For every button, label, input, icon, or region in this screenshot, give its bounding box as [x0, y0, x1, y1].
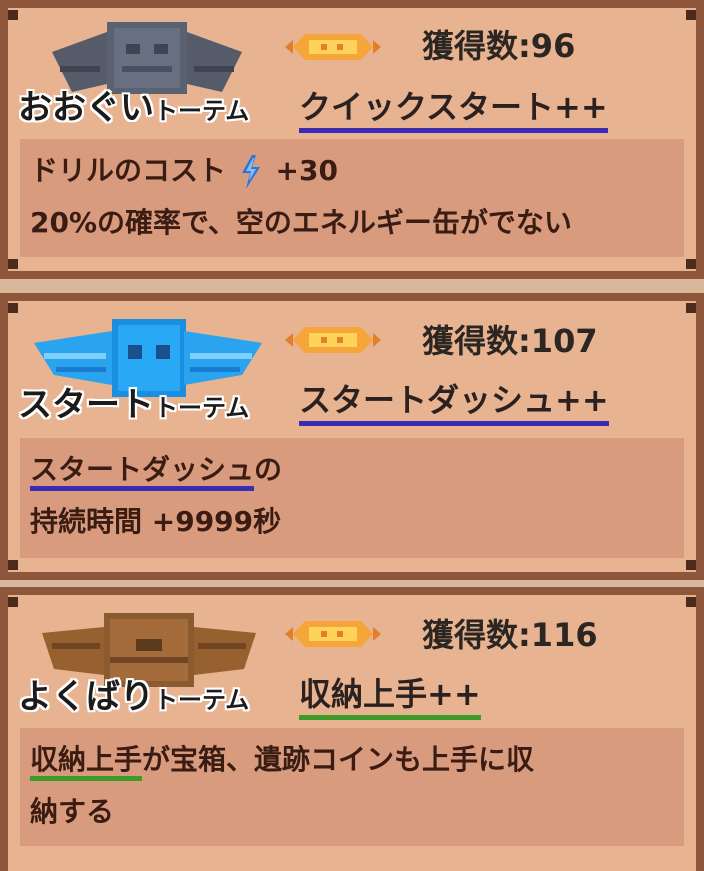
totem-name: おおぐいトーテム — [18, 88, 250, 128]
acquired-count: 獲得数:107 — [422, 322, 598, 360]
corner-rivet — [686, 303, 696, 313]
skill-name[interactable]: スタートダッシュ++ — [299, 379, 609, 426]
coin-icon — [285, 34, 381, 60]
totem-card-3[interactable]: よくばりトーテム 獲得数:116 収納上手++ 収納上手が宝箱、遺跡コインも上手… — [0, 587, 704, 871]
totem-name: よくばりトーテム — [18, 677, 250, 717]
skill-description: 収納上手が宝箱、遺跡コインも上手に収 納する — [20, 728, 684, 846]
corner-rivet — [8, 597, 18, 607]
skill-description: ドリルのコスト +30 20%の確率で、空のエネルギー缶がでない — [20, 139, 684, 257]
corner-rivet — [686, 10, 696, 20]
skill-name[interactable]: 収納上手++ — [299, 673, 481, 720]
corner-rivet — [8, 560, 18, 570]
desc-line-1: ドリルのコスト +30 — [30, 154, 338, 189]
energy-bolt-icon — [241, 155, 260, 189]
skill-description: スタートダッシュの 持続時間 +9999秒 — [20, 438, 684, 558]
desc-line-2: 持続時間 +9999秒 — [30, 505, 282, 538]
corner-rivet — [686, 597, 696, 607]
totem-name: スタートトーテム — [18, 385, 250, 425]
corner-rivet — [8, 303, 18, 313]
desc-line-1: 収納上手が宝箱、遺跡コインも上手に収 — [30, 734, 674, 786]
coin-icon — [285, 621, 381, 647]
desc-line-2: 20%の確率で、空のエネルギー缶がでない — [30, 206, 572, 239]
acquired-count: 獲得数:96 — [422, 27, 576, 65]
desc-line-1: スタートダッシュの — [30, 444, 674, 496]
corner-rivet — [8, 10, 18, 20]
totem-card-2[interactable]: スタートトーテム 獲得数:107 スタートダッシュ++ スタートダッシュの 持続… — [0, 293, 704, 580]
corner-rivet — [686, 560, 696, 570]
desc-line-2: 納する — [30, 795, 115, 828]
skill-link[interactable]: スタートダッシュ — [30, 453, 255, 491]
acquired-count: 獲得数:116 — [422, 616, 598, 654]
totem-card-1[interactable]: おおぐいトーテム 獲得数:96 クイックスタート++ ドリルのコスト +30 2… — [0, 0, 704, 279]
skill-link[interactable]: 収納上手 — [30, 743, 143, 781]
coin-icon — [285, 327, 381, 353]
corner-rivet — [686, 259, 696, 269]
skill-name[interactable]: クイックスタート++ — [299, 86, 608, 133]
corner-rivet — [8, 259, 18, 269]
